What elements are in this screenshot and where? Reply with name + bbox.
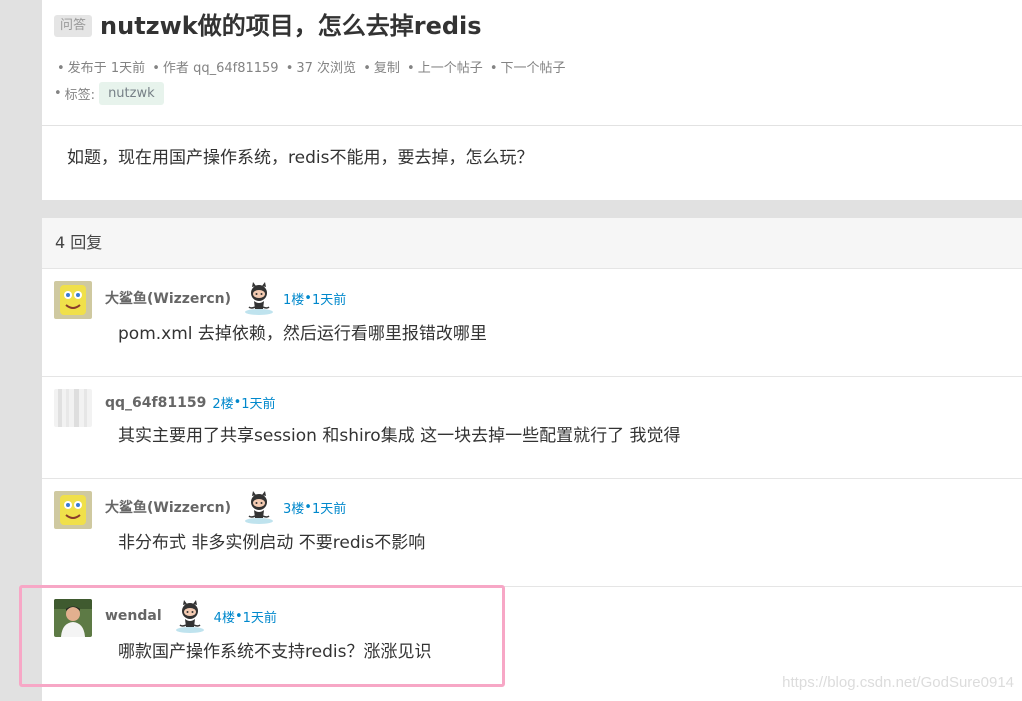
tag-nutzwk[interactable]: nutzwk: [99, 82, 164, 105]
floor-number: 1楼: [283, 292, 305, 308]
topic-panel: 问答 nutzwk做的项目，怎么去掉redis • 发布于 1天前 • 作者 qq_…: [42, 0, 1022, 200]
divider: [42, 125, 1022, 126]
floor-number: 2楼: [212, 397, 234, 412]
reply-content: 哪款国产操作系统不支持redis？涨涨见识: [118, 642, 432, 662]
reply-time: 1天前: [311, 501, 347, 517]
reply-item: qq_64f81159 2楼 • 1天前 其实主要用了共享session 和shir…: [42, 376, 1022, 479]
copy-link[interactable]: 复制: [374, 61, 400, 76]
topic-meta: • 发布于 1天前 • 作者 qq_64f81159 • 37 次浏览 • 复制 • 上一…: [57, 61, 566, 76]
page-title: nutzwk做的项目，怎么去掉redis: [100, 12, 482, 40]
reply-content: 其实主要用了共享session 和shiro集成 这一块去掉一些配置就行了 我觉…: [118, 426, 681, 446]
reply-author[interactable]: wendal: [105, 608, 162, 624]
author-link[interactable]: qq_64f81159: [193, 61, 278, 76]
reply-content: pom.xml 去掉依赖，然后运行看哪里报错改哪里: [118, 324, 487, 344]
avatar[interactable]: [54, 389, 92, 427]
github-octocat-icon: [172, 599, 208, 633]
topic-type-badge: 问答: [54, 15, 93, 37]
avatar[interactable]: [54, 281, 92, 319]
next-post-link[interactable]: 下一个帖子: [501, 61, 566, 76]
replies-panel: 4 回复 大鲨鱼(Wizzercn) 1楼 • 1天前 pom.xml 去掉依赖，然…: [42, 218, 1022, 701]
github-octocat-icon: [241, 281, 277, 315]
published-label: 发布于: [67, 61, 107, 76]
author-label: 作者: [162, 61, 189, 76]
avatar[interactable]: [54, 599, 92, 637]
view-count: 37 次浏览: [296, 61, 357, 76]
reply-author[interactable]: 大鲨鱼(Wizzercn): [105, 497, 231, 517]
reply-item: 大鲨鱼(Wizzercn) 3楼 • 1天前 非分布式 非多实例启动 不要redis…: [42, 478, 1022, 587]
replies-header: 4 回复: [42, 218, 1022, 269]
reply-content: 非分布式 非多实例启动 不要redis不影响: [118, 533, 426, 553]
published-time: 1天前: [110, 61, 146, 76]
avatar[interactable]: [54, 491, 92, 529]
github-octocat-icon: [241, 490, 277, 524]
tags-row: • 标签: nutzwk: [54, 82, 1010, 105]
reply-time: 1天前: [241, 397, 276, 412]
reply-time: 1天前: [311, 292, 347, 308]
prev-post-link[interactable]: 上一个帖子: [418, 61, 483, 76]
floor-number: 4楼: [213, 610, 235, 626]
topic-content: 如题，现在用国产操作系统，redis不能用，要去掉，怎么玩？: [67, 148, 534, 168]
reply-time: 1天前: [242, 610, 277, 626]
reply-author[interactable]: qq_64f81159: [105, 395, 206, 411]
floor-number: 3楼: [283, 501, 305, 517]
tags-label: 标签:: [64, 88, 96, 103]
watermark: https://blog.csdn.net/GodSure0914: [782, 674, 1014, 691]
reply-item: 大鲨鱼(Wizzercn) 1楼 • 1天前 pom.xml 去掉依赖，然后运行看哪…: [42, 269, 1022, 377]
reply-author[interactable]: 大鲨鱼(Wizzercn): [105, 288, 231, 308]
left-gutter: [0, 0, 42, 701]
